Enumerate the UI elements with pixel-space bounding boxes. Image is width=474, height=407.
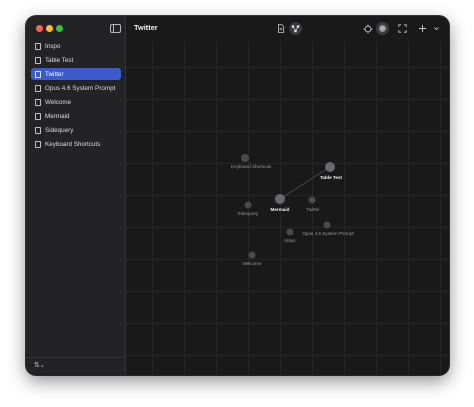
sidebar-item-label: Sidequery (45, 126, 74, 134)
maximize-window-button[interactable] (56, 25, 63, 32)
document-icon (35, 126, 41, 134)
graph-node-label: Opus 4.6 System Prompt (302, 231, 354, 236)
graph-node-twitter[interactable]: Twitter (306, 196, 320, 213)
graph-node-dot[interactable] (325, 162, 335, 172)
graph-node-dot[interactable] (248, 251, 256, 259)
sidebar-item-inspo[interactable]: Inspo (31, 40, 121, 52)
sidebar-item-sidequery[interactable]: Sidequery (31, 124, 121, 136)
fullscreen-icon[interactable] (396, 22, 409, 35)
sort-arrows-icon[interactable]: ⇅⌄ (34, 361, 45, 369)
sidebar-item-label: Mermaid (45, 112, 70, 120)
crosshair-icon[interactable] (361, 22, 374, 35)
sidebar-item-twitter[interactable]: Twitter (31, 68, 121, 80)
graph-edges (279, 166, 331, 200)
graph-node-label: Twitter (306, 207, 320, 212)
document-icon[interactable] (274, 22, 287, 35)
document-icon (35, 56, 41, 64)
graph-node-label: Table Test (320, 175, 343, 180)
graph-node-sidequery[interactable]: Sidequery (238, 201, 259, 217)
sidebar-item-label: Keyboard Shortcuts (45, 140, 101, 148)
sidebar-footer: ⇅⌄ (26, 357, 125, 375)
graph-node-dot[interactable] (241, 154, 249, 162)
graph-view-icon[interactable] (289, 22, 302, 35)
globe-icon[interactable] (376, 22, 389, 35)
graph-node-dot[interactable] (275, 194, 285, 204)
graph-node-label: Keyboard Shortcuts (231, 164, 272, 169)
page-title: Twitter (134, 23, 158, 32)
sidebar-item-label: Table Test (45, 56, 74, 64)
minimize-window-button[interactable] (46, 25, 53, 32)
graph-node-welcome[interactable]: Welcome (242, 251, 262, 267)
document-icon (35, 70, 41, 78)
app-window: Inspo Table Test Twitter Opus 4.6 System… (26, 16, 449, 375)
sidebar: Inspo Table Test Twitter Opus 4.6 System… (26, 16, 126, 375)
sidebar-item-label: Twitter (45, 70, 64, 78)
sidebar-toggle-icon[interactable] (110, 24, 121, 33)
sidebar-item-mermaid[interactable]: Mermaid (31, 110, 121, 122)
main-panel: Twitter Keyboard Shortcuts Table Test Me… (126, 16, 449, 375)
graph-node-label: Inspo (284, 238, 296, 243)
graph-node-dot[interactable] (323, 221, 331, 229)
graph-node-dot[interactable] (244, 201, 252, 209)
sidebar-item-label: Welcome (45, 98, 72, 106)
chevron-down-icon[interactable] (430, 22, 443, 35)
sidebar-item-label: Inspo (45, 42, 61, 50)
graph-canvas[interactable]: Keyboard Shortcuts Table Test Mermaid Tw… (126, 41, 449, 375)
document-icon (35, 42, 41, 50)
graph-node-dot[interactable] (308, 196, 316, 204)
toolbar: Twitter (126, 16, 449, 41)
graph-node-label: Welcome (242, 261, 262, 266)
sidebar-item-keyboard-shortcuts[interactable]: Keyboard Shortcuts (31, 138, 121, 150)
document-icon (35, 84, 41, 92)
sidebar-item-welcome[interactable]: Welcome (31, 96, 121, 108)
sidebar-item-table-test[interactable]: Table Test (31, 54, 121, 66)
graph-node-dot[interactable] (286, 228, 294, 236)
graph-node-opus-system-prompt[interactable]: Opus 4.6 System Prompt (302, 221, 354, 237)
graph-svg: Keyboard Shortcuts Table Test Mermaid Tw… (231, 154, 354, 267)
graph-node-mermaid[interactable]: Mermaid (271, 194, 290, 212)
close-window-button[interactable] (36, 25, 43, 32)
graph-node-inspo[interactable]: Inspo (284, 228, 296, 244)
document-icon (35, 140, 41, 148)
document-icon (35, 112, 41, 120)
graph-node-label: Mermaid (271, 207, 290, 212)
graph-node-label: Sidequery (238, 211, 259, 216)
sidebar-item-opus-system-prompt[interactable]: Opus 4.6 System Prompt (31, 82, 121, 94)
document-icon (35, 98, 41, 106)
file-list: Inspo Table Test Twitter Opus 4.6 System… (31, 40, 121, 152)
graph-node-keyboard-shortcuts[interactable]: Keyboard Shortcuts (231, 154, 272, 169)
graph-edge (279, 166, 331, 200)
plus-icon[interactable] (416, 22, 429, 35)
sidebar-item-label: Opus 4.6 System Prompt (45, 84, 116, 92)
